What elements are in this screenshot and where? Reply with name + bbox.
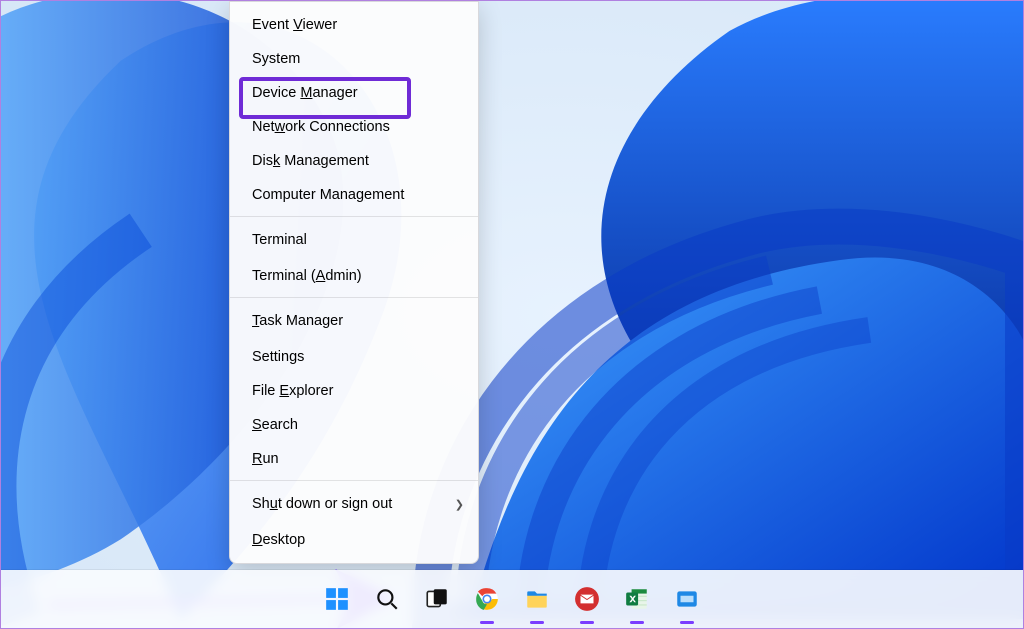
menu-item-label: File Explorer (252, 383, 333, 399)
menu-item-run[interactable]: Run (230, 442, 478, 476)
menu-item-device-manager[interactable]: Device Manager (230, 76, 478, 110)
app-button[interactable] (670, 582, 704, 616)
menu-item-label: Terminal (252, 232, 307, 248)
menu-item-terminal[interactable]: Terminal (230, 216, 478, 259)
blueapp-icon (674, 586, 700, 612)
menu-item-label: Network Connections (252, 119, 390, 135)
menu-item-label: Terminal (Admin) (252, 268, 362, 284)
task-view-button[interactable] (420, 582, 454, 616)
menu-item-task-manager[interactable]: Task Manager (230, 297, 478, 340)
search-button[interactable] (370, 582, 404, 616)
menu-item-label: Shut down or sign out (252, 496, 392, 512)
taskview-icon (424, 586, 450, 612)
menu-item-network-connections[interactable]: Network Connections (230, 110, 478, 144)
menu-item-disk-management[interactable]: Disk Management (230, 144, 478, 178)
search-icon (374, 586, 400, 612)
windows-icon (324, 586, 350, 612)
menu-item-system[interactable]: System (230, 42, 478, 76)
menu-item-event-viewer[interactable]: Event Viewer (230, 8, 478, 42)
menu-item-search[interactable]: Search (230, 408, 478, 442)
winx-context-menu[interactable]: Event Viewer System Device Manager Network … (229, 1, 479, 564)
excel-button[interactable] (620, 582, 654, 616)
menu-item-settings[interactable]: Settings (230, 340, 478, 374)
file-explorer-button[interactable] (520, 582, 554, 616)
menu-item-label: Search (252, 417, 298, 433)
chrome-button[interactable] (470, 582, 504, 616)
explorer-icon (524, 586, 550, 612)
menu-item-terminal-admin[interactable]: Terminal (Admin) (230, 259, 478, 293)
menu-item-label: Run (252, 451, 279, 467)
menu-item-label: Task Manager (252, 313, 343, 329)
menu-item-label: System (252, 51, 300, 67)
chrome-icon (474, 586, 500, 612)
start-button[interactable] (320, 582, 354, 616)
excel-icon (624, 586, 650, 612)
menu-item-label: Device Manager (252, 85, 358, 101)
menu-item-desktop[interactable]: Desktop (230, 523, 478, 557)
menu-item-label: Event Viewer (252, 17, 337, 33)
taskbar (1, 570, 1023, 628)
menu-item-shut-down-or-sign-out[interactable]: Shut down or sign out ❯ (230, 480, 478, 523)
menu-item-label: Computer Management (252, 187, 404, 203)
mail-icon (574, 586, 600, 612)
menu-item-label: Desktop (252, 532, 305, 548)
menu-item-file-explorer[interactable]: File Explorer (230, 374, 478, 408)
menu-item-label: Disk Management (252, 153, 369, 169)
desktop-wallpaper (1, 1, 1023, 628)
chevron-right-icon: ❯ (455, 498, 464, 511)
menu-item-computer-management[interactable]: Computer Management (230, 178, 478, 212)
menu-item-label: Settings (252, 349, 304, 365)
mail-button[interactable] (570, 582, 604, 616)
